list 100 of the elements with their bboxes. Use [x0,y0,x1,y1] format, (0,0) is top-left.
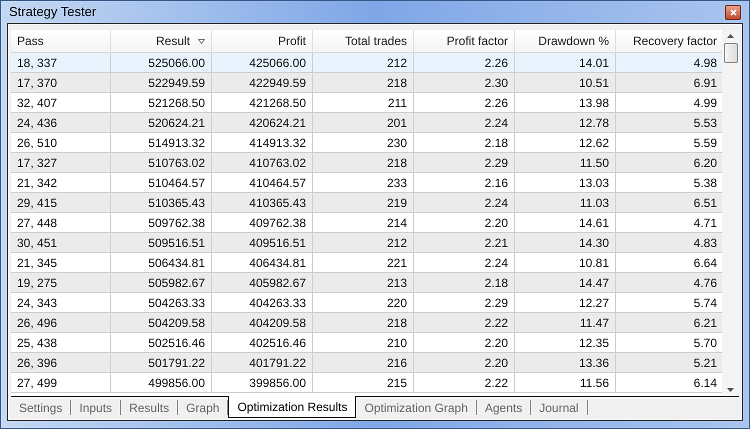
table-row[interactable]: 27, 499 499856.00 399856.00 215 2.22 11.56 6.14 [11,373,722,393]
table-cell: 218 [313,153,414,172]
table-row[interactable]: 32, 407 521268.50 421268.50 211 2.26 13.98 4.99 [11,93,722,113]
table-cell: 421268.50 [212,93,313,112]
table-cell: 19, 275 [11,273,111,292]
table-row[interactable]: 26, 496 504209.58 404209.58 218 2.22 11.47 6.21 [11,313,722,333]
table-cell: 402516.46 [212,333,313,352]
table-cell: 509516.51 [111,233,212,252]
close-icon [730,8,736,16]
table-cell: 2.24 [414,253,515,272]
table-row[interactable]: 17, 327 510763.02 410763.02 218 2.29 11.50 6.20 [11,153,722,173]
table-cell: 525066.00 [111,53,212,72]
table-cell: 14.30 [515,233,616,252]
scrollbar-thumb[interactable] [724,43,738,63]
table-cell: 510763.02 [111,153,212,172]
table-cell: 521268.50 [111,93,212,112]
tab[interactable]: Inputs [71,400,122,415]
scroll-up-icon[interactable] [727,34,734,38]
column-header[interactable]: Total trades [313,30,414,52]
scrollbar[interactable] [722,30,739,396]
table-row[interactable]: 18, 337 525066.00 425066.00 212 2.26 14.01 4.98 [11,53,722,73]
table-cell: 211 [313,93,414,112]
table-cell: 11.47 [515,313,616,332]
table-cell: 410464.57 [212,173,313,192]
table-row[interactable]: 25, 438 502516.46 402516.46 210 2.20 12.35 5.70 [11,333,722,353]
table-cell: 2.20 [414,213,515,232]
table-cell: 212 [313,233,414,252]
table-cell: 11.50 [515,153,616,172]
column-header[interactable]: Drawdown % [515,30,616,52]
column-header[interactable]: Profit [212,30,313,52]
table-row[interactable]: 21, 342 510464.57 410464.57 233 2.16 13.03 5.38 [11,173,722,193]
table-cell: 2.22 [414,313,515,332]
close-button[interactable] [725,4,741,20]
table-cell: 410763.02 [212,153,313,172]
table-cell: 30, 451 [11,233,111,252]
table-row[interactable]: 30, 451 509516.51 409516.51 212 2.21 14.30 4.83 [11,233,722,253]
table-cell: 27, 448 [11,213,111,232]
table-cell: 522949.59 [111,73,212,92]
table-cell: 218 [313,73,414,92]
table-cell: 21, 345 [11,253,111,272]
table-cell: 2.20 [414,333,515,352]
table-cell: 27, 499 [11,373,111,392]
table-cell: 215 [313,373,414,392]
table-cell: 2.22 [414,373,515,392]
table-cell: 210 [313,333,414,352]
table-cell: 2.26 [414,53,515,72]
table-cell: 505982.67 [111,273,212,292]
table-cell: 501791.22 [111,353,212,372]
table-row[interactable]: 26, 510 514913.32 414913.32 230 2.18 12.62 5.59 [11,133,722,153]
table-cell: 221 [313,253,414,272]
table-row[interactable]: 21, 345 506434.81 406434.81 221 2.24 10.81 6.64 [11,253,722,273]
table-cell: 11.03 [515,193,616,212]
table-row[interactable]: 26, 396 501791.22 401791.22 216 2.20 13.36 5.21 [11,353,722,373]
table-cell: 11.56 [515,373,616,392]
table-cell: 2.24 [414,193,515,212]
table-cell: 21, 342 [11,173,111,192]
column-header[interactable]: Profit factor [414,30,515,52]
table-cell: 425066.00 [212,53,313,72]
table-cell: 499856.00 [111,373,212,392]
tab[interactable]: Results [121,400,178,415]
table-cell: 18, 337 [11,53,111,72]
window-title: Strategy Tester [9,3,96,22]
column-header[interactable]: Pass [11,30,111,52]
table-cell: 502516.46 [111,333,212,352]
table-cell: 26, 396 [11,353,111,372]
table-row[interactable]: 24, 436 520624.21 420624.21 201 2.24 12.78 5.53 [11,113,722,133]
tab[interactable]: Optimization Results [228,396,356,418]
table-cell: 2.18 [414,273,515,292]
table-cell: 17, 327 [11,153,111,172]
table-row[interactable]: 24, 343 504263.33 404263.33 220 2.29 12.27 5.74 [11,293,722,313]
scroll-down-icon[interactable] [727,388,734,392]
tab[interactable]: Settings [11,400,72,415]
column-header[interactable]: Result [111,30,212,52]
table-row[interactable]: 27, 448 509762.38 409762.38 214 2.20 14.61 4.71 [11,213,722,233]
table-cell: 13.98 [515,93,616,112]
table-cell: 2.26 [414,93,515,112]
table-cell: 230 [313,133,414,152]
table-cell: 212 [313,53,414,72]
table-cell: 2.29 [414,153,515,172]
table-cell: 10.81 [515,253,616,272]
tab[interactable]: Agents [476,400,532,415]
tab[interactable]: Optimization Graph [356,400,477,415]
tab[interactable]: Journal [531,400,588,415]
table-cell: 399856.00 [212,373,313,392]
table-cell: 10.51 [515,73,616,92]
table-cell: 12.62 [515,133,616,152]
table-cell: 213 [313,273,414,292]
table-cell: 2.24 [414,113,515,132]
table-row[interactable]: 29, 415 510365.43 410365.43 219 2.24 11.03 6.51 [11,193,722,213]
table-cell: 406434.81 [212,253,313,272]
sort-descending-icon [198,38,205,44]
table-row[interactable]: 19, 275 505982.67 405982.67 213 2.18 14.47 4.76 [11,273,722,293]
table-cell: 2.30 [414,73,515,92]
table-cell: 14.01 [515,53,616,72]
table-cell: 2.18 [414,133,515,152]
table-row[interactable]: 17, 370 522949.59 422949.59 218 2.30 10.51 6.91 [11,73,722,93]
table-cell: 409762.38 [212,213,313,232]
table-cell: 510464.57 [111,173,212,192]
table-cell: 13.03 [515,173,616,192]
table-cell: 504209.58 [111,313,212,332]
